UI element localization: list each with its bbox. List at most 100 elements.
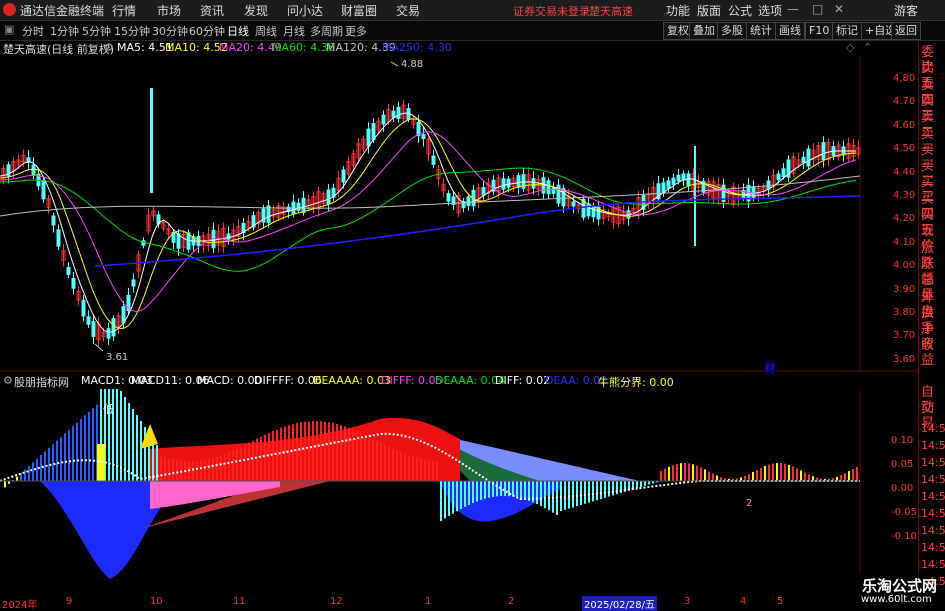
macd-bar (224, 453, 226, 481)
macd-bar (544, 481, 546, 509)
macd-bar (340, 425, 342, 481)
finance-marker[interactable]: 财 (765, 360, 775, 375)
period-more[interactable]: 更多 (345, 23, 367, 39)
menu-item-ask[interactable]: 问小达 (287, 2, 323, 19)
menu-item-options[interactable]: 选项 (758, 2, 782, 19)
quote-field-label[interactable]: 收益 (921, 338, 945, 368)
price-chart[interactable] (0, 56, 918, 372)
macd-bar (660, 470, 662, 481)
candle-body (506, 178, 511, 188)
mark-button[interactable]: 标记 (832, 22, 862, 40)
price-tick-label: 4.30 (893, 190, 916, 201)
menu-item-wealth[interactable]: 财富圈 (341, 2, 377, 19)
period-multi[interactable]: 多周期 (310, 23, 343, 39)
macd-bar (216, 456, 218, 481)
app-logo-icon (3, 3, 16, 16)
candle-body (806, 148, 811, 167)
date-label: 2 (508, 596, 515, 607)
period-day[interactable]: 日线 (227, 23, 249, 39)
macd-bar (308, 421, 310, 481)
expand-icon[interactable]: ▣ (4, 23, 14, 36)
macd-bar (300, 422, 302, 481)
candle-body (676, 174, 681, 182)
period-5min[interactable]: 5分钟 (82, 23, 111, 39)
f10-button[interactable]: F10 (805, 22, 834, 40)
close-icon[interactable]: ✕ (834, 2, 844, 16)
login-status[interactable]: 证券交易未登录 (513, 3, 590, 19)
macd-bar (672, 465, 674, 481)
macd-bar (464, 481, 466, 507)
user-label[interactable]: 游客 (894, 2, 918, 19)
multi-stock-button[interactable]: 多股 (717, 22, 747, 40)
diamond-icon[interactable]: ◇ (846, 41, 854, 54)
period-week[interactable]: 周线 (255, 23, 277, 39)
back-button[interactable]: 返回 (891, 22, 921, 40)
period-1min[interactable]: 1分钟 (50, 23, 79, 39)
candle-body (481, 187, 486, 196)
indicator-chart[interactable] (0, 389, 918, 595)
price-tick-label: 4.70 (893, 96, 916, 108)
statistics-button[interactable]: 统计 (746, 22, 776, 40)
candle-body (666, 180, 671, 189)
candle-body (546, 180, 551, 195)
candle-body (301, 197, 306, 213)
macd-bar (296, 423, 298, 481)
period-tick[interactable]: 分时 (22, 23, 44, 39)
time-label: 14:56 (921, 558, 945, 571)
menu-item-exchange[interactable]: 市场 (157, 2, 181, 19)
menu-item-news[interactable]: 资讯 (200, 2, 224, 19)
menu-item-function[interactable]: 功能 (666, 2, 690, 19)
macd-bar (16, 476, 18, 481)
macd-bar (640, 481, 642, 487)
candle-body (51, 215, 56, 226)
candle-body (776, 173, 781, 181)
macd-bar (408, 454, 410, 481)
candle-body (381, 114, 386, 125)
candle-body (501, 178, 506, 190)
minimize-icon[interactable]: — (787, 2, 799, 16)
period-60min[interactable]: 60分钟 (189, 23, 225, 39)
macd-bar (788, 464, 790, 481)
macd-bar (392, 448, 394, 481)
macd-bar (164, 457, 166, 481)
menu-item-layout[interactable]: 版面 (697, 2, 721, 19)
indicator-tick-label: 0.00 (891, 483, 914, 494)
menu-item-discover[interactable]: 发现 (244, 2, 268, 19)
time-label: 14:56 (921, 524, 945, 537)
draw-line-button[interactable]: 画线 (775, 22, 805, 40)
period-15min[interactable]: 15分钟 (114, 23, 150, 39)
candle-body (371, 123, 376, 141)
collapse-icon[interactable]: ⌃ (863, 41, 872, 54)
candle-body (531, 178, 536, 189)
menu-item-formula[interactable]: 公式 (728, 2, 752, 19)
overlay-button[interactable]: 叠加 (689, 22, 719, 40)
macd-bar (380, 442, 382, 481)
macd-bar (528, 481, 530, 501)
macd-bar (400, 451, 402, 481)
candle-body (91, 321, 96, 337)
macd-bar (344, 426, 346, 481)
price-tick-label: 4.10 (893, 236, 916, 248)
macd-bar (304, 421, 306, 481)
candle-body (821, 141, 826, 161)
macd-bar (776, 463, 778, 481)
macd-bar (160, 456, 162, 481)
macd-bar (712, 473, 714, 481)
settings-icon[interactable]: ⚙ (104, 41, 114, 54)
period-30min[interactable]: 30分钟 (152, 23, 188, 39)
macd-bar (252, 440, 254, 481)
period-month[interactable]: 月线 (283, 23, 305, 39)
macd-bar (560, 481, 562, 511)
time-label: 14:56 (921, 422, 945, 435)
candle-body (421, 133, 426, 140)
maximize-icon[interactable]: □ (812, 2, 823, 16)
menu-item-market[interactable]: 行情 (112, 2, 136, 19)
macd-bar (312, 421, 314, 481)
price-tick-label: 3.70 (893, 330, 916, 342)
candle-body (391, 110, 396, 118)
indicator-settings-icon[interactable]: ⚙ (3, 374, 13, 387)
macd-bar (228, 452, 230, 481)
diff-label: DIFF: 0.02 (495, 374, 551, 387)
macd-bar (416, 457, 418, 481)
menu-item-trade[interactable]: 交易 (396, 2, 420, 19)
